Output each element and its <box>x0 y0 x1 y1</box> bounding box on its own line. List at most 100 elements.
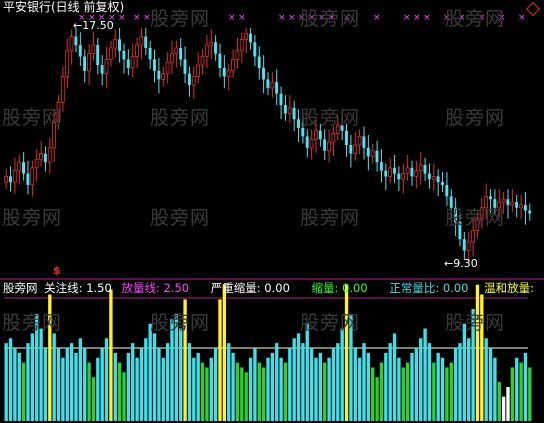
candle-body <box>445 184 449 197</box>
volume-bar <box>371 367 375 421</box>
candle-body <box>47 147 52 163</box>
volume-bar <box>65 348 69 421</box>
volume-bar <box>152 333 157 421</box>
watermark: 股旁网 <box>150 312 211 334</box>
volume-bar <box>519 362 523 421</box>
candle-body <box>43 153 47 163</box>
volume-bar <box>91 377 96 421</box>
candle-body <box>39 153 43 160</box>
volume-bar <box>283 362 288 421</box>
volume-bar <box>61 357 65 421</box>
legend-severe-shrink: 严重缩量: 0.00 <box>210 281 290 295</box>
candle-body <box>104 58 109 75</box>
volume-bar <box>362 343 366 421</box>
x-marker: × <box>133 13 141 23</box>
volume-bar <box>327 357 331 421</box>
candle-body <box>257 56 261 68</box>
candle-body <box>309 138 314 149</box>
candle-body <box>305 136 309 148</box>
candle-body <box>139 36 144 46</box>
volume-bar <box>427 343 432 421</box>
x-marker: × <box>373 13 381 23</box>
legend-normal: 正常量比: 0.00 <box>389 281 469 295</box>
volume-bar <box>248 357 253 421</box>
candle-body <box>235 50 240 60</box>
x-marker: × <box>403 13 411 23</box>
volume-bar <box>506 386 510 421</box>
candle-body <box>375 150 379 163</box>
volume-bar <box>397 357 401 421</box>
volume-bar <box>467 338 471 421</box>
candle-body <box>414 170 419 177</box>
watermark: 股旁网 <box>445 207 506 229</box>
candle-body <box>440 182 444 185</box>
candle-body <box>108 47 113 60</box>
stock-chart[interactable]: × × × × × × × × × × × × × × × × × × × × × × × × × 股旁网 股旁网 股旁网 股旁… <box>0 0 544 423</box>
watermark: 股旁网 <box>445 8 506 30</box>
candle-body <box>462 239 466 251</box>
volume-bar <box>340 328 344 421</box>
volume-bar <box>96 357 100 421</box>
volume-bar <box>501 396 506 421</box>
watermark: 股旁网 <box>445 107 506 129</box>
volume-bar <box>279 357 283 421</box>
candle-body <box>488 196 492 200</box>
candle-body <box>283 105 287 114</box>
candle-body <box>244 33 248 40</box>
volume-bar <box>458 343 462 421</box>
candle-body <box>4 175 8 183</box>
candle-body <box>26 173 30 185</box>
volume-bar <box>436 352 440 421</box>
volume-bar <box>240 367 244 421</box>
watermark: 股旁网 <box>300 207 361 229</box>
candle-body <box>344 130 348 145</box>
candle-body <box>174 47 179 55</box>
watermark: 股旁网 <box>2 312 63 334</box>
candle-body <box>318 130 322 140</box>
volume-bar <box>213 348 218 421</box>
candle-body <box>279 93 283 106</box>
volume-bar <box>192 357 196 421</box>
candle-body <box>423 164 427 174</box>
candle-body <box>392 167 396 174</box>
candle-body <box>209 41 214 46</box>
watermark: 股旁网 <box>2 207 63 229</box>
volume-bar <box>331 348 336 421</box>
volume-bar <box>43 348 48 421</box>
volume-bar <box>52 333 56 421</box>
candle-body <box>253 42 257 57</box>
volume-bar <box>493 357 497 421</box>
volume-bar <box>475 284 480 421</box>
x-marker: × <box>238 13 246 23</box>
volume-bar <box>117 362 122 421</box>
candle-body <box>270 81 275 89</box>
volume-bar <box>26 343 30 421</box>
volume-bar <box>161 357 165 421</box>
candle-body <box>157 70 161 80</box>
volume-bar <box>196 352 200 421</box>
candle-body <box>100 65 104 74</box>
volume-bar <box>4 343 8 421</box>
candle-body <box>275 82 279 94</box>
candle-body <box>74 36 78 46</box>
watermark: 股旁网 <box>150 107 211 129</box>
volume-bar <box>528 367 532 421</box>
volume-bar <box>157 348 161 421</box>
volume-bar <box>515 357 519 421</box>
legend-shrink: 缩量: 0.00 <box>311 281 368 295</box>
indicator-name: 股旁网 <box>3 281 38 295</box>
volume-bar <box>209 357 213 421</box>
candle-body <box>91 44 96 55</box>
volume-bar <box>21 362 26 421</box>
candle-body <box>83 56 87 71</box>
candle-body <box>362 136 366 148</box>
candle-body <box>314 130 318 140</box>
watermark: 股旁网 <box>300 8 361 30</box>
volume-bar <box>419 338 423 421</box>
candle-body <box>78 45 82 57</box>
volume-bar <box>13 348 17 421</box>
watermark: 股旁网 <box>445 312 506 334</box>
volume-bar <box>218 299 222 421</box>
volume-bar <box>69 343 74 421</box>
candle-body <box>418 164 423 172</box>
